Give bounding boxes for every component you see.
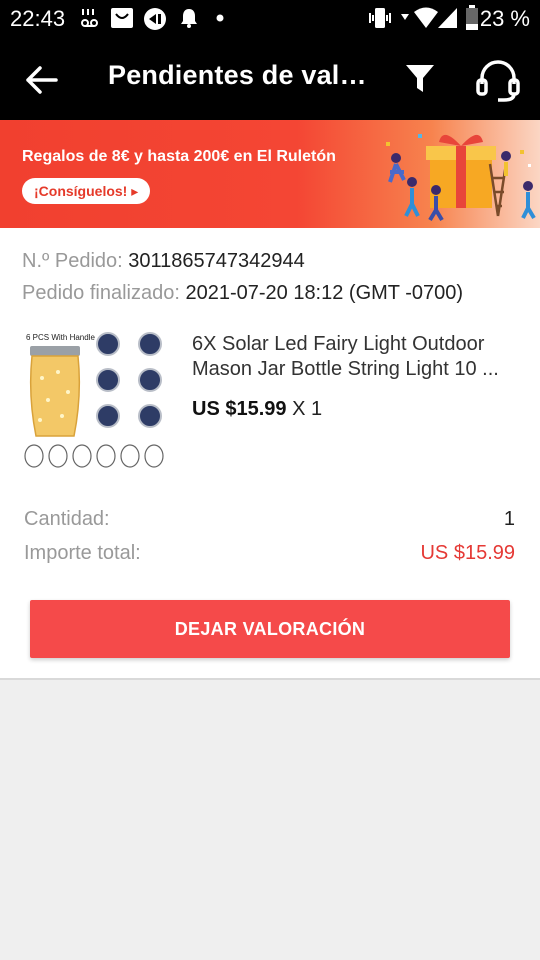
signal-icon (438, 8, 457, 28)
vibrate-icon (369, 8, 391, 28)
dot-icon (216, 14, 224, 22)
product-price: US $15.99 (192, 398, 287, 420)
notification-bell-icon (181, 9, 197, 28)
order-card: N.º Pedido: 3011865747342944 Pedido fina… (0, 228, 540, 680)
gift-celebration-illustration (386, 134, 536, 222)
back-arrow-icon[interactable] (22, 60, 62, 100)
app-bar: Pendientes de valoración (0, 36, 540, 120)
product-title-line1: 6X Solar Led Fairy Light Outdoor (192, 333, 485, 355)
page-title: Pendientes de valoración (108, 60, 370, 90)
data-arrows-icon (401, 14, 409, 20)
headset-support-icon[interactable] (474, 58, 522, 102)
tablet-icon (111, 8, 133, 28)
order-number-value: 3011865747342944 (128, 250, 305, 272)
order-number-row: N.º Pedido: 3011865747342944 (22, 250, 305, 273)
product-price-row: US $15.99 X 1 (192, 398, 322, 421)
quantity-label: Cantidad: (24, 508, 110, 530)
order-number-label: N.º Pedido: (22, 250, 123, 272)
battery-icon (466, 5, 478, 30)
order-completed-label: Pedido finalizado: (22, 282, 180, 304)
wifi-icon (414, 7, 438, 28)
product-title[interactable]: 6X Solar Led Fairy Light Outdoor Mason J… (192, 332, 518, 382)
banner-headline: Regalos de 8€ y hasta 200€ en El Ruletón (22, 148, 336, 165)
status-time: 22:43 (10, 6, 66, 31)
status-bar: 22:43 23 % (0, 0, 540, 36)
product-quantity: X 1 (292, 398, 323, 420)
banner-cta-button[interactable]: ¡Consíguelos! ▸ (22, 178, 151, 204)
product-title-line2: Mason Jar Bottle String Light 10 ... (192, 358, 499, 380)
voicemail-icon (81, 9, 98, 27)
promo-banner[interactable]: Regalos de 8€ y hasta 200€ en El Ruletón… (0, 120, 540, 228)
battery-percent: 23 % (479, 6, 530, 31)
order-completed-value: 2021-07-20 18:12 (GMT -0700) (185, 282, 464, 304)
product-image-caption: 6 PCS With Handle (26, 333, 95, 342)
filter-icon[interactable] (404, 62, 436, 96)
leave-review-button[interactable]: DEJAR VALORACIÓN (30, 600, 510, 658)
order-completed-row: Pedido finalizado: 2021-07-20 18:12 (GMT… (22, 282, 463, 305)
total-label: Importe total: (24, 542, 141, 564)
speed-icon (144, 8, 166, 30)
product-image[interactable]: 6 PCS With Handle (22, 328, 174, 478)
total-value: US $15.99 (420, 542, 515, 564)
quantity-value: 1 (503, 508, 515, 530)
